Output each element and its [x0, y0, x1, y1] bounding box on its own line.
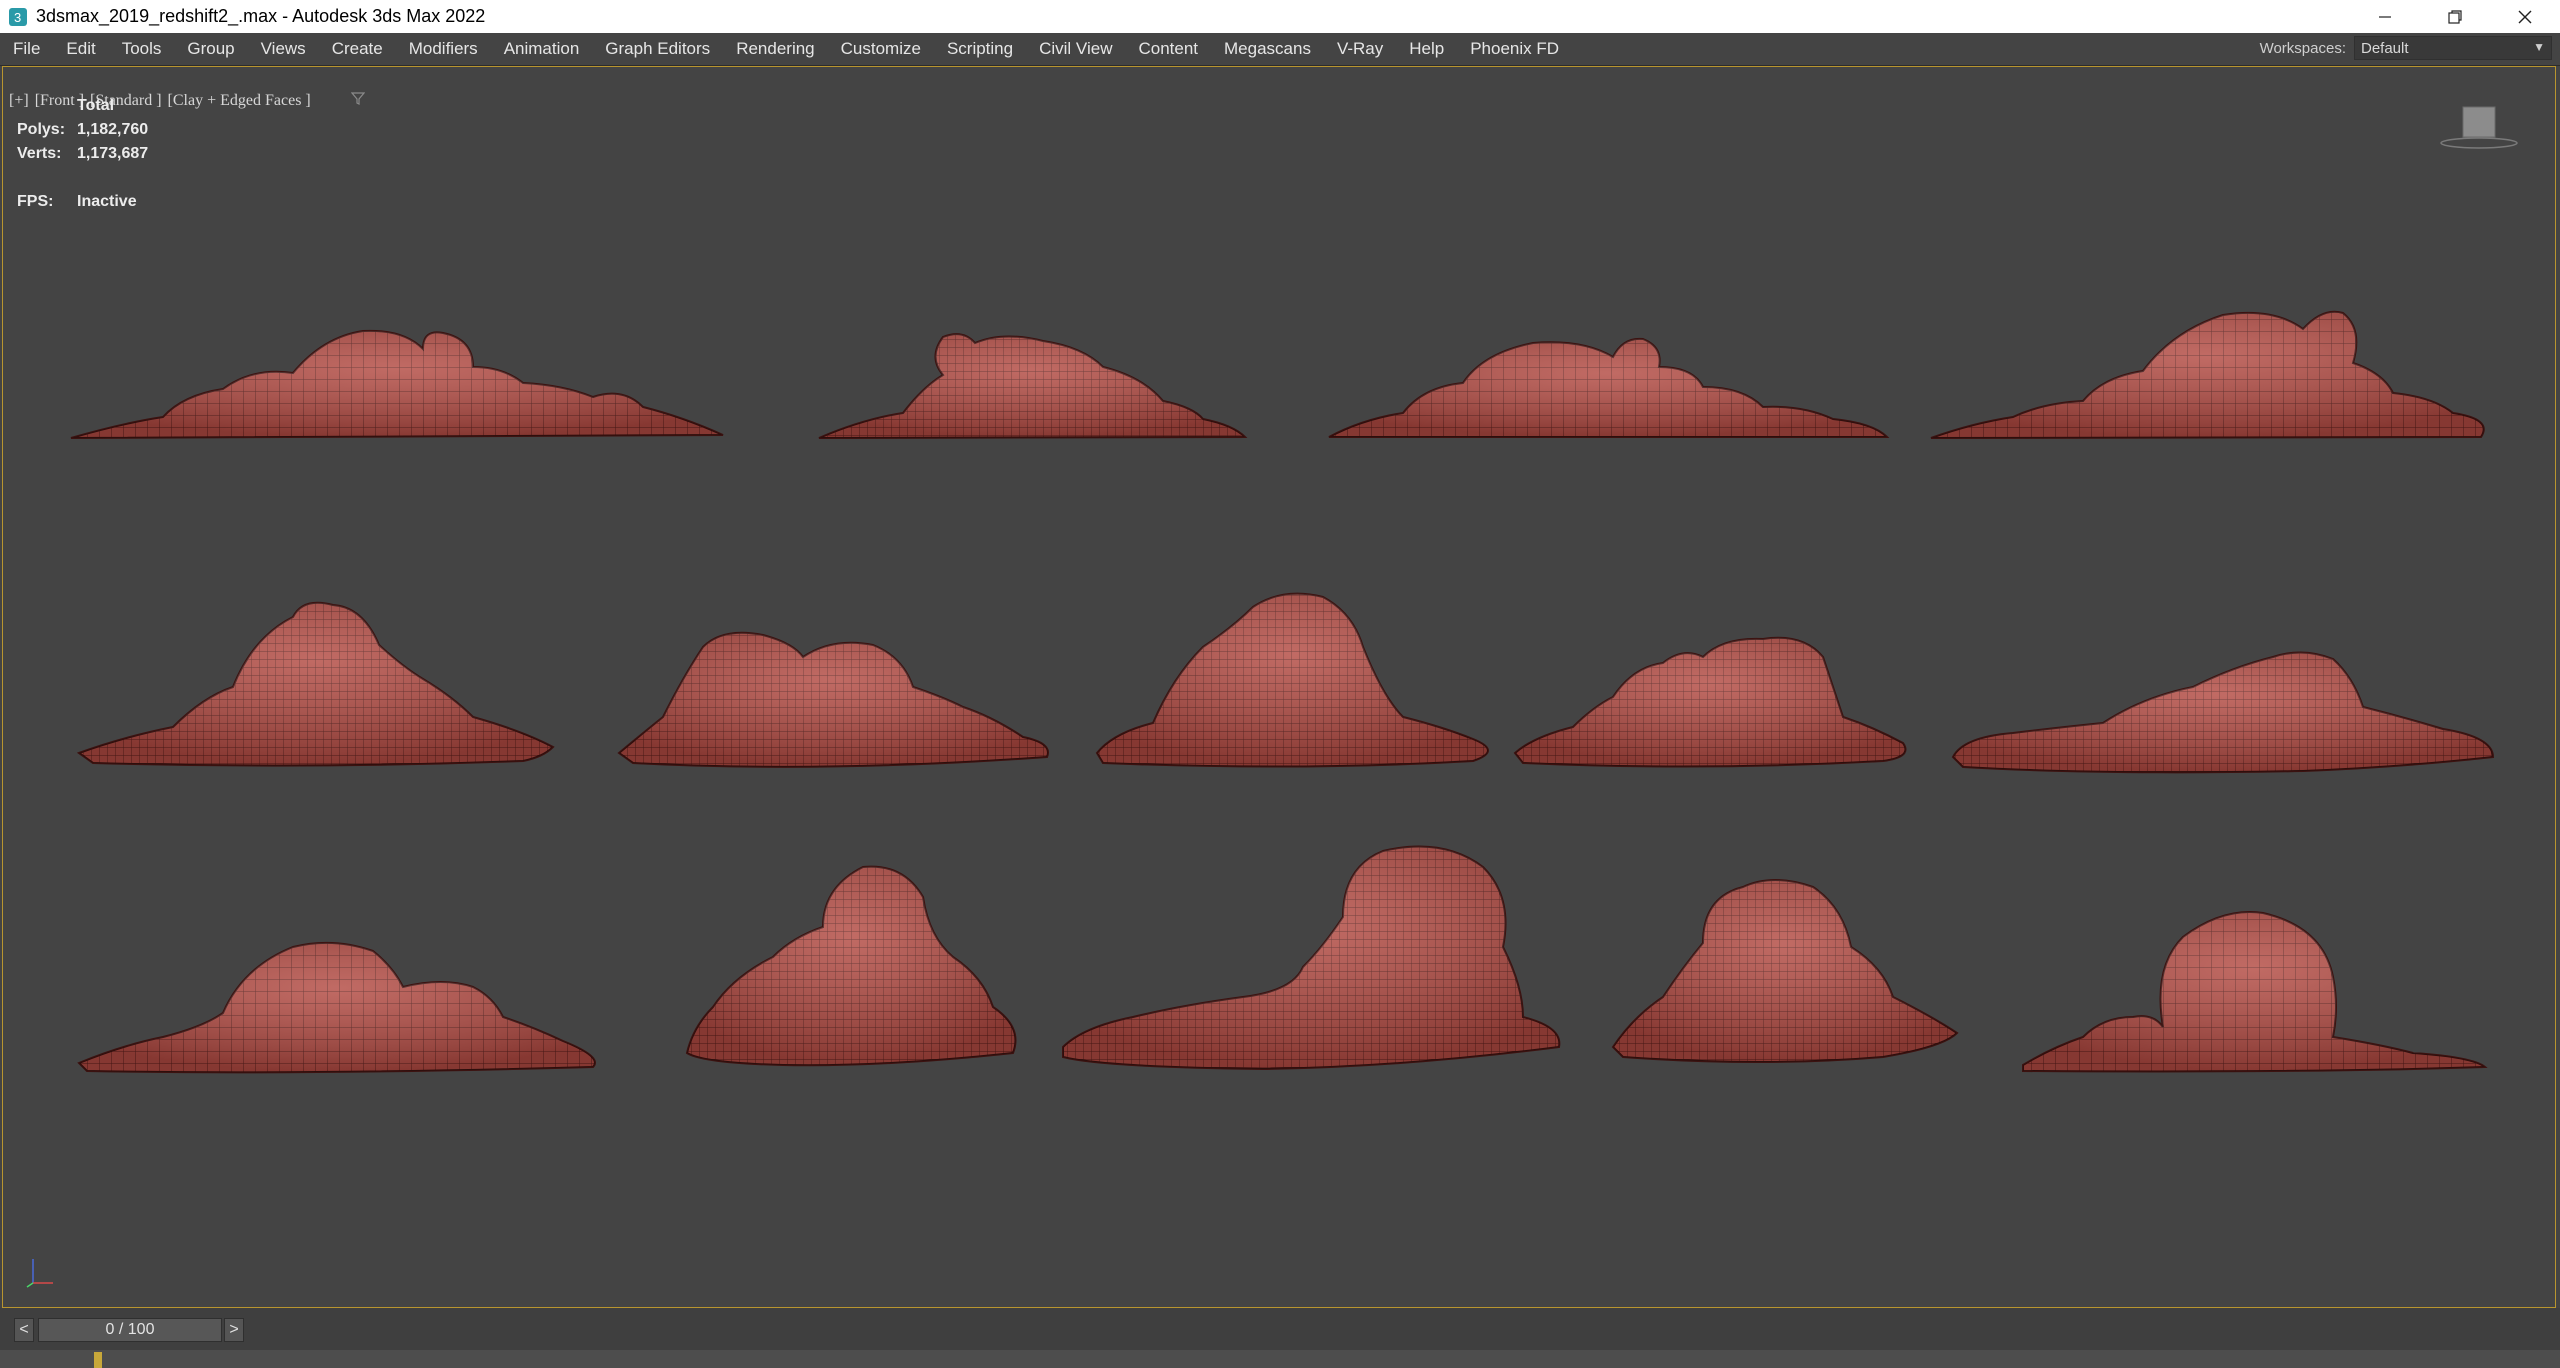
cloud-mesh[interactable]: [1930, 310, 2485, 439]
cloud-mesh[interactable]: [77, 941, 596, 1074]
next-frame-button[interactable]: >: [224, 1318, 244, 1342]
restore-button[interactable]: [2420, 0, 2490, 33]
cloud-mesh[interactable]: [1328, 337, 1890, 438]
stats-verts-value: 1,173,687: [77, 145, 149, 162]
menu-megascans[interactable]: Megascans: [1211, 33, 1324, 65]
viewport-shading[interactable]: [Clay + Edged Faces ]: [168, 92, 311, 110]
stats-verts-label: Verts:: [17, 145, 62, 162]
viewport-scene: [70, 310, 2495, 1074]
previous-frame-button[interactable]: <: [14, 1318, 34, 1342]
cloud-mesh[interactable]: [818, 333, 1248, 439]
track-bar[interactable]: [0, 1350, 2560, 1368]
close-button[interactable]: [2490, 0, 2560, 33]
window-title: 3dsmax_2019_redshift2_.max - Autodesk 3d…: [36, 6, 486, 26]
menu-file[interactable]: File: [0, 33, 53, 65]
cloud-mesh[interactable]: [617, 631, 1049, 768]
cloud-mesh[interactable]: [1062, 845, 1561, 1071]
menu-civil-view[interactable]: Civil View: [1026, 33, 1125, 65]
stats-fps-value: Inactive: [77, 193, 137, 210]
front-viewport[interactable]: [+] [Front ] [Standard ] [Clay + Edged F…: [2, 66, 2556, 1308]
viewport-statistics: Total Polys: 1,182,760 Verts: 1,173,687 FP…: [17, 97, 148, 217]
menu-customize[interactable]: Customize: [828, 33, 934, 65]
app-icon[interactable]: 3: [8, 7, 28, 27]
workspaces-control: Workspaces: Default ▼: [2260, 36, 2552, 60]
time-slider-bar: < 0 / 100 >: [0, 1308, 2560, 1368]
svg-text:3: 3: [14, 10, 21, 25]
workspaces-dropdown[interactable]: Default ▼: [2354, 36, 2552, 60]
menu-group[interactable]: Group: [174, 33, 247, 65]
menu-scripting[interactable]: Scripting: [934, 33, 1026, 65]
cloud-mesh[interactable]: [1513, 636, 1907, 768]
playhead[interactable]: [94, 1352, 102, 1368]
stats-polys-label: Polys:: [17, 121, 66, 138]
axis-tripod-icon: [23, 1249, 63, 1294]
cloud-mesh[interactable]: [1951, 651, 2495, 774]
stats-total-label: Total: [77, 97, 115, 114]
stats-polys-value: 1,182,760: [77, 121, 149, 138]
menu-phoenix-fd[interactable]: Phoenix FD: [1457, 33, 1572, 65]
cloud-mesh[interactable]: [1611, 879, 1959, 1063]
cloud-mesh[interactable]: [685, 865, 1017, 1067]
workspaces-label: Workspaces:: [2259, 39, 2346, 57]
title-bar: 3 3dsmax_2019_redshift2_.max - Autodesk …: [0, 0, 2560, 33]
menu-views[interactable]: Views: [248, 33, 319, 65]
menu-help[interactable]: Help: [1396, 33, 1457, 65]
filter-icon[interactable]: [327, 73, 366, 128]
cloud-mesh[interactable]: [2022, 911, 2488, 1073]
frame-counter: 0 / 100: [105, 1321, 155, 1338]
workspaces-value: Default: [2361, 39, 2409, 57]
menu-content[interactable]: Content: [1125, 33, 1211, 65]
menu-rendering[interactable]: Rendering: [723, 33, 827, 65]
cloud-mesh[interactable]: [1095, 592, 1489, 768]
menu-modifiers[interactable]: Modifiers: [396, 33, 491, 65]
viewcube-icon[interactable]: [2439, 105, 2519, 158]
stats-fps-label: FPS:: [17, 193, 54, 210]
menu-create[interactable]: Create: [319, 33, 396, 65]
time-slider[interactable]: 0 / 100: [38, 1318, 222, 1342]
menu-vray[interactable]: V-Ray: [1324, 33, 1396, 65]
menu-bar: File Edit Tools Group Views Create Modif…: [0, 33, 2560, 66]
minimize-button[interactable]: [2350, 0, 2420, 33]
menu-edit[interactable]: Edit: [53, 33, 108, 65]
menu-animation[interactable]: Animation: [491, 33, 593, 65]
cloud-mesh[interactable]: [70, 329, 724, 439]
chevron-down-icon: ▼: [2533, 40, 2545, 54]
menu-tools[interactable]: Tools: [109, 33, 175, 65]
menu-graph-editors[interactable]: Graph Editors: [592, 33, 723, 65]
cloud-mesh[interactable]: [76, 601, 555, 767]
